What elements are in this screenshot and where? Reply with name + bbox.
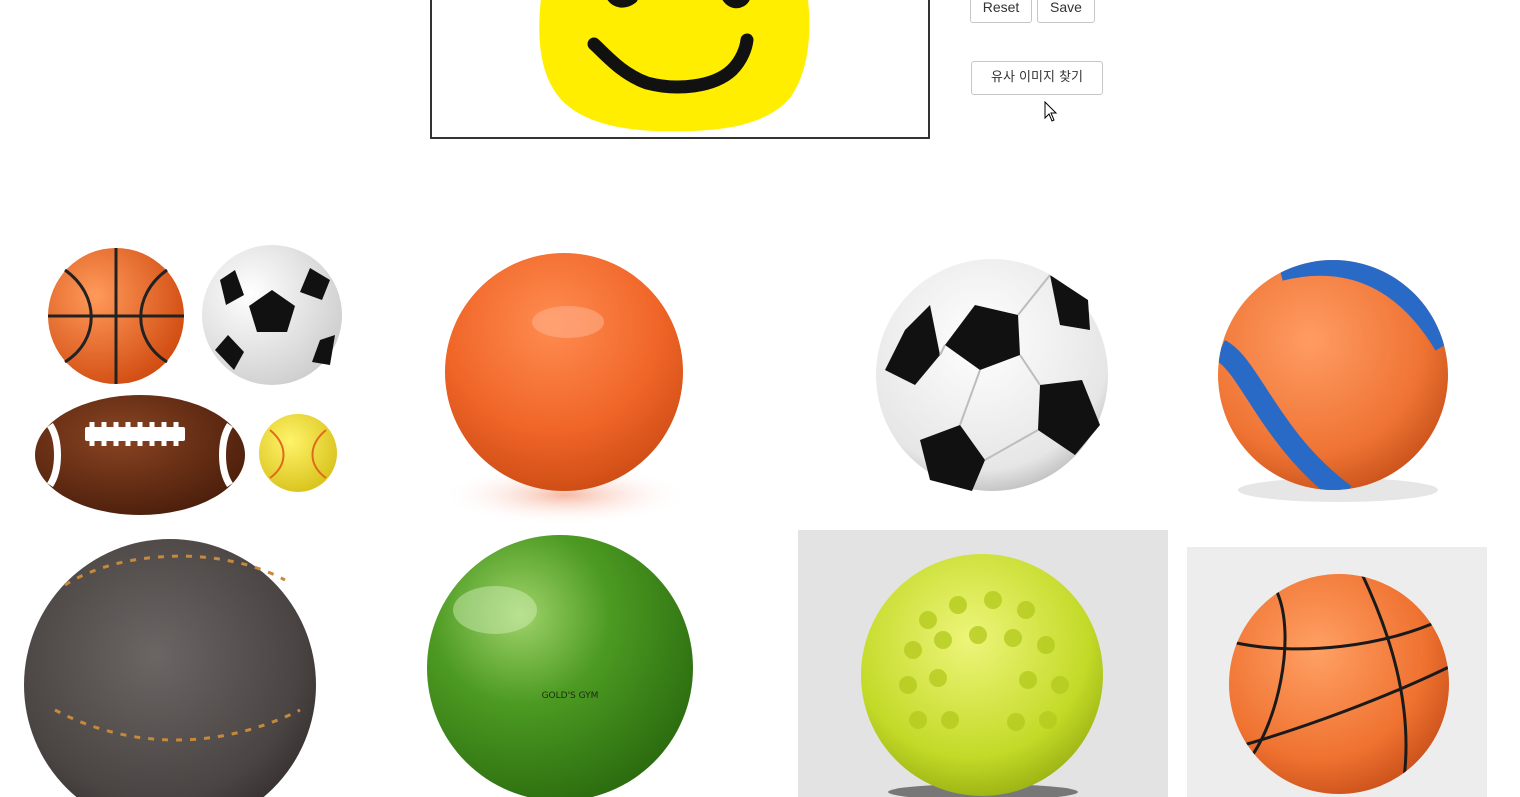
drawing-canvas[interactable]	[430, 0, 930, 139]
result-image-yellow-dimpled-ball[interactable]	[798, 530, 1168, 797]
result-image-orange-exercise-ball[interactable]	[420, 240, 710, 530]
result-image-orange-blue-stripe-ball[interactable]	[1200, 240, 1470, 510]
mouse-cursor-icon	[1044, 101, 1058, 122]
result-image-ball-collage[interactable]	[30, 240, 350, 520]
find-similar-images-button[interactable]: 유사 이미지 찾기	[971, 61, 1103, 95]
result-image-leather-stitched-ball[interactable]	[20, 535, 330, 797]
svg-text:GOLD'S GYM: GOLD'S GYM	[542, 691, 599, 701]
result-image-soccer-ball[interactable]	[860, 245, 1120, 505]
smiley-drawing	[539, 0, 810, 132]
reset-button[interactable]: Reset	[970, 0, 1032, 23]
result-image-green-exercise-ball[interactable]: GOLD'S GYM	[420, 530, 700, 797]
result-image-orange-basketball[interactable]	[1187, 547, 1487, 797]
save-button[interactable]: Save	[1037, 0, 1095, 23]
